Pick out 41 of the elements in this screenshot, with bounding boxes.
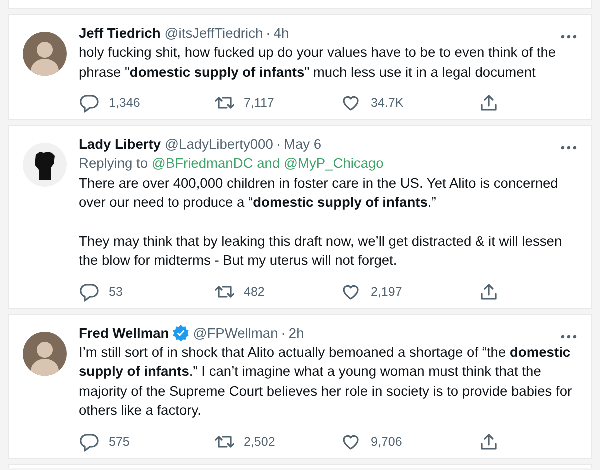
tweet-time[interactable]: 4h — [274, 24, 290, 43]
share-icon — [479, 282, 499, 302]
reply-icon — [79, 432, 99, 452]
tweet-time[interactable]: May 6 — [284, 135, 322, 154]
retweet-button[interactable]: 2,502 — [214, 432, 276, 452]
separator-dot: · — [276, 136, 282, 154]
more-icon[interactable] — [561, 146, 577, 150]
tweet-text: They may think that by leaking this draft now, we’ll get distracted & it will lessen the blow for midterms - But my uterus will not forget. — [79, 232, 564, 270]
like-button[interactable]: 9,706 — [341, 432, 402, 452]
replying-label: Replying to — [79, 156, 150, 171]
share-button[interactable] — [479, 432, 499, 452]
separator-dot: · — [281, 324, 286, 342]
user-handle[interactable]: @FPWellman — [193, 324, 278, 342]
avatar-icon — [23, 332, 67, 376]
tweet-text: There are over 400,000 children in foster care in the US. Yet Alito is concerned over our need to produce a “domestic supply of infants.” — [79, 174, 560, 212]
share-button[interactable] — [479, 93, 499, 113]
reply-button[interactable]: 1,346 — [79, 93, 140, 113]
user-name[interactable]: Fred Wellman — [79, 324, 170, 342]
reply-icon — [79, 282, 99, 302]
more-icon[interactable] — [561, 334, 577, 338]
reply-button[interactable]: 53 — [79, 282, 123, 302]
share-icon — [479, 432, 499, 452]
reply-button[interactable]: 575 — [79, 432, 130, 452]
more-icon[interactable] — [561, 35, 577, 39]
retweet-button[interactable]: 482 — [214, 282, 265, 302]
user-handle[interactable]: @itsJeffTiedrich — [164, 24, 264, 43]
tweet-text: holy fucking shit, how fucked up do your values have to be to even think of the phrase "domestic supply of infants" much less use it in a legal document — [79, 44, 558, 82]
mention-link[interactable]: @BFriedmanDC and @MyP_Chicago — [152, 156, 384, 171]
share-icon — [479, 93, 499, 113]
user-name[interactable]: Lady Liberty — [79, 135, 162, 154]
separator-dot: · — [266, 25, 271, 43]
tweet-text: I’m still sort of in shock that Alito actually bemoaned a shortage of “the domestic supply of infants.” I can’t imagine what a young woman must think that the majority of the Supreme Court believes her role in society is to provide babies for others like a factory. — [79, 344, 574, 420]
avatar-icon — [23, 32, 67, 76]
reply-icon — [79, 93, 99, 113]
like-button[interactable]: 2,197 — [341, 282, 402, 302]
user-handle[interactable]: @LadyLiberty000 — [165, 135, 274, 154]
user-name[interactable]: Jeff Tiedrich — [79, 24, 161, 43]
like-button[interactable]: 34.7K — [341, 93, 404, 113]
retweet-button[interactable]: 7,117 — [214, 93, 274, 113]
tweet-time[interactable]: 2h — [288, 324, 304, 342]
share-button[interactable] — [479, 282, 499, 302]
